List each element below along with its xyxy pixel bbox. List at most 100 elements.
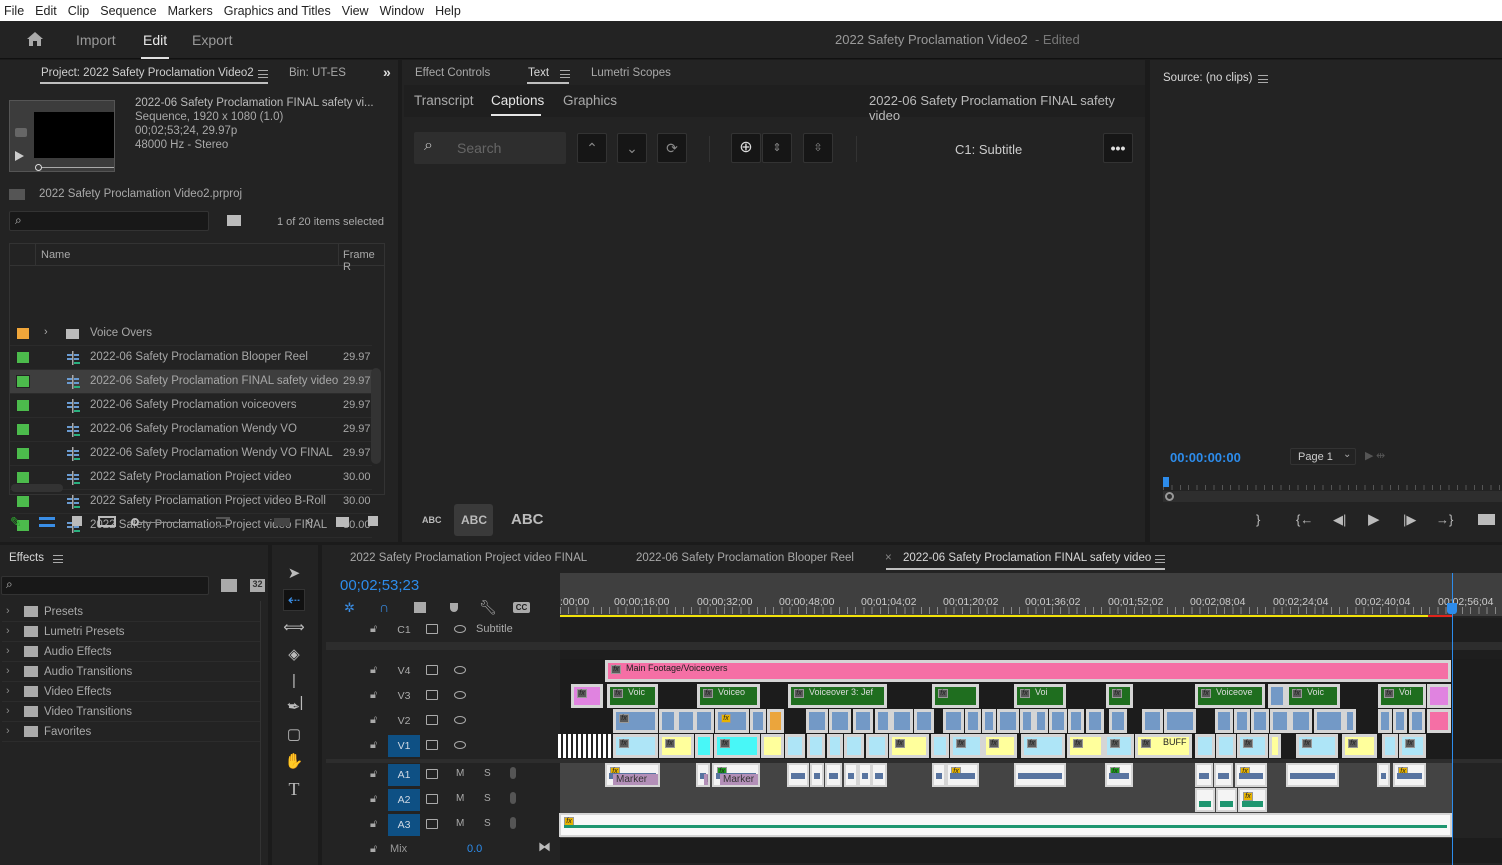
eye-icon[interactable] <box>454 716 466 724</box>
clip-v1[interactable]: fx <box>714 734 760 758</box>
clip-audio-a1[interactable]: fx <box>1105 763 1133 787</box>
microphone-icon[interactable] <box>510 792 516 804</box>
selection-tool-icon[interactable]: ➤ <box>283 563 305 585</box>
sequence-row[interactable]: 2022-06 Safety Proclamation Wendy VO FIN… <box>10 442 372 466</box>
clip-audio-a1[interactable] <box>1214 763 1233 787</box>
overflow-chevrons-icon[interactable]: » <box>383 64 391 80</box>
clip-v1[interactable]: fx <box>659 734 694 758</box>
clip-audio-a3[interactable]: fx <box>559 813 1452 837</box>
clip-voiceover[interactable]: fx Voic <box>1286 684 1340 708</box>
snap-icon[interactable]: ∩ <box>379 599 389 615</box>
playhead-handle[interactable] <box>1447 603 1457 614</box>
accelerated-effects-icon[interactable] <box>221 579 237 592</box>
menu-markers[interactable]: Markers <box>164 4 220 18</box>
text-size-medium[interactable]: ABC <box>461 513 487 527</box>
clip-v1[interactable]: fx <box>613 734 658 758</box>
sync-lock-icon[interactable] <box>426 665 438 675</box>
thumbnail-preview[interactable] <box>9 100 115 172</box>
sequence-row[interactable]: 2022 Safety Proclamation Project video B… <box>10 490 372 514</box>
nest-toggle-icon[interactable]: ✲ <box>344 600 355 616</box>
clip-audio-a2[interactable] <box>1195 788 1215 812</box>
source-playhead[interactable] <box>1163 477 1169 487</box>
clip-v1[interactable] <box>785 734 805 758</box>
hand-tool-icon[interactable]: ✋ <box>283 751 305 773</box>
mute-button[interactable]: M <box>456 768 464 779</box>
column-name[interactable]: Name <box>41 249 70 261</box>
workspace-edit[interactable]: Edit <box>140 32 170 59</box>
clip-v1[interactable]: fx <box>1237 734 1268 758</box>
clip-v2[interactable] <box>1020 709 1034 733</box>
page-select[interactable]: Page 1 ⌄ <box>1290 448 1356 465</box>
automate-icon[interactable] <box>274 518 290 526</box>
marker-label[interactable]: Marker <box>613 774 658 785</box>
sync-lock-icon[interactable] <box>426 715 438 725</box>
clip-audio-a2[interactable] <box>1216 788 1237 812</box>
track-target-toggle[interactable]: V4 <box>388 660 420 682</box>
clip-v2[interactable] <box>997 709 1019 733</box>
effects-folder-video-effects[interactable]: › Video Effects <box>2 682 260 702</box>
panel-menu-icon[interactable] <box>1155 555 1165 563</box>
color-label-swatch[interactable] <box>16 495 30 508</box>
zoom-slider[interactable] <box>139 522 197 523</box>
new-bin-icon[interactable] <box>336 517 349 527</box>
lock-icon[interactable]: 🔓︎ <box>370 843 380 855</box>
add-caption-button[interactable]: ⊕ <box>731 133 761 163</box>
tab-effect-controls[interactable]: Effect Controls <box>415 67 490 79</box>
clip-v1[interactable] <box>1195 734 1215 758</box>
menu-file[interactable]: File <box>0 4 31 18</box>
track-divider[interactable] <box>326 642 1502 650</box>
pen-tool-icon[interactable]: ✒ <box>283 697 305 719</box>
text-size-small[interactable]: ABC <box>422 515 442 525</box>
clip-audio-a1[interactable] <box>932 763 946 787</box>
timeline-tab-project-video-final[interactable]: 2022 Safety Proclamation Project video F… <box>350 552 587 564</box>
clip-audio-a1[interactable] <box>787 763 809 787</box>
track-target-toggle[interactable]: V3 <box>388 685 420 707</box>
expand-chevron-icon[interactable]: › <box>6 705 10 717</box>
clip-audio-a1[interactable]: fx <box>1235 763 1267 787</box>
clip-v1[interactable]: fx <box>889 734 929 758</box>
clip-v1[interactable] <box>844 734 864 758</box>
solo-button[interactable]: S <box>484 768 491 779</box>
clip-v3[interactable] <box>1268 684 1286 708</box>
expand-chevron-icon[interactable]: › <box>6 625 10 637</box>
clip-audio-a1[interactable] <box>871 763 887 787</box>
camera-icon[interactable] <box>15 128 27 137</box>
insert-icon[interactable] <box>1478 514 1495 525</box>
list-vertical-scrollbar[interactable] <box>371 368 381 464</box>
color-label-swatch[interactable] <box>16 399 30 412</box>
clip-v2[interactable] <box>875 709 891 733</box>
clip-main-footage[interactable]: fx Main Footage/Voiceovers <box>605 660 1451 682</box>
mix-pan-icon[interactable]: ⧓ <box>538 839 551 855</box>
clip-v1[interactable] <box>1216 734 1236 758</box>
clip-v1[interactable]: fx <box>1342 734 1377 758</box>
panel-menu-icon[interactable] <box>1258 75 1268 83</box>
source-ruler[interactable] <box>1163 485 1502 490</box>
menu-sequence[interactable]: Sequence <box>96 4 163 18</box>
menu-edit[interactable]: Edit <box>31 4 64 18</box>
clip-audio-a1[interactable]: fx <box>1393 763 1426 787</box>
subtab-transcript[interactable]: Transcript <box>414 93 474 108</box>
clip-v1[interactable]: fx <box>1104 734 1134 758</box>
clip-v2[interactable] <box>1164 709 1196 733</box>
track-target-toggle[interactable]: C1 <box>388 619 420 641</box>
effects-folder-audio-transitions[interactable]: › Audio Transitions <box>2 662 260 682</box>
clip-v2[interactable] <box>676 709 696 733</box>
effects-folder-presets[interactable]: › Presets <box>2 602 260 622</box>
clip-v2[interactable] <box>1344 709 1356 733</box>
workspace-export[interactable]: Export <box>192 32 232 48</box>
clip-v2[interactable] <box>891 709 913 733</box>
clip-v1[interactable]: fx BUFF <box>1135 734 1192 758</box>
sequence-row[interactable]: 2022-06 Safety Proclamation FINAL safety… <box>10 370 372 394</box>
panel-menu-icon[interactable] <box>53 555 63 563</box>
expand-chevron-icon[interactable]: › <box>44 326 48 338</box>
clip-v1[interactable]: fx <box>1399 734 1426 758</box>
more-options-button[interactable]: ••• <box>1103 133 1133 163</box>
c1-track-area[interactable] <box>560 618 1502 642</box>
tab-project[interactable]: Project: 2022 Safety Proclamation Video2 <box>41 67 254 79</box>
menu-view[interactable]: View <box>338 4 376 18</box>
rectangle-tool-icon[interactable]: ▢ <box>283 724 305 746</box>
list-view-icon[interactable] <box>39 517 55 527</box>
play-marker-icon[interactable]: ▶ <box>1365 449 1373 462</box>
menu-graphics-titles[interactable]: Graphics and Titles <box>220 4 338 18</box>
lock-icon[interactable]: 🔓︎ <box>370 689 380 701</box>
